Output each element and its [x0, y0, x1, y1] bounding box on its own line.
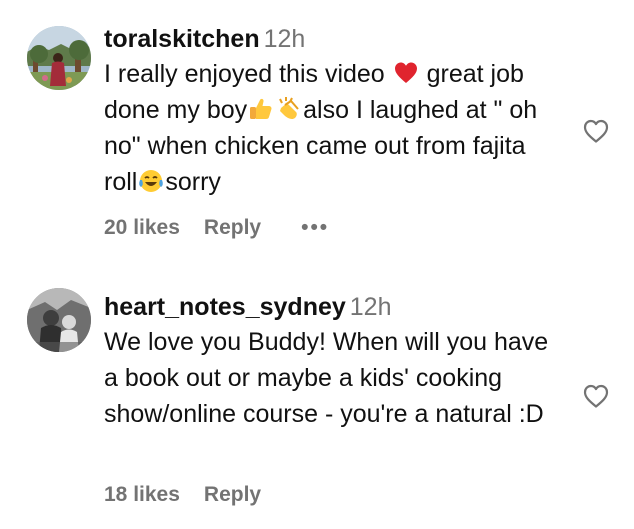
heart-outline-icon[interactable] [582, 382, 610, 410]
avatar[interactable] [27, 288, 91, 352]
comment-time: 12h [349, 293, 392, 321]
comment-actions: 18 likes Reply [104, 483, 261, 507]
likes-count[interactable]: 18 likes [104, 483, 180, 507]
heart-outline-icon[interactable] [582, 117, 610, 145]
more-options-button[interactable]: ••• [301, 216, 329, 240]
tears-of-joy-emoji-icon [139, 170, 164, 192]
likes-count[interactable]: 20 likes [104, 216, 180, 240]
avatar[interactable] [27, 26, 91, 90]
reply-button[interactable]: Reply [204, 483, 261, 507]
reply-button[interactable]: Reply [204, 216, 261, 240]
avatar-image [27, 288, 91, 352]
comment-time: 12h [263, 25, 306, 53]
comment-item: toralskitchen 12h I really enjoyed this v… [0, 0, 634, 270]
comment-text: I really enjoyed this video great job do… [104, 60, 538, 196]
username-link[interactable]: toralskitchen [104, 25, 260, 53]
comment-header: toralskitchen 12h [104, 22, 556, 56]
comment-actions: 20 likes Reply ••• [104, 216, 329, 240]
red-heart-emoji-icon [394, 62, 417, 83]
comment-header: heart_notes_sydney 12h [104, 290, 556, 324]
comment-item: heart_notes_sydney 12h We love you Buddy!… [0, 270, 634, 529]
avatar-image [27, 26, 91, 90]
comment-text: We love you Buddy! When will you have a … [104, 328, 549, 428]
clapping-hands-emoji-icon [279, 97, 299, 119]
comment-body: heart_notes_sydney 12h We love you Buddy!… [104, 290, 556, 432]
thumbs-up-emoji-icon [250, 98, 272, 119]
comment-body: toralskitchen 12h I really enjoyed this v… [104, 22, 556, 200]
username-link[interactable]: heart_notes_sydney [104, 293, 346, 321]
